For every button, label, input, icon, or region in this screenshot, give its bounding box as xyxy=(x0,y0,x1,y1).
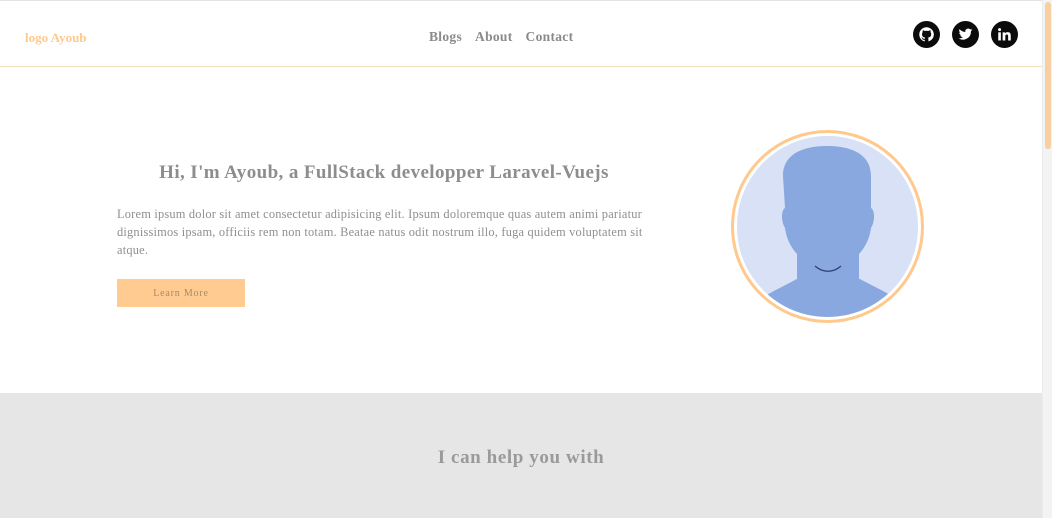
social-links xyxy=(913,21,1018,48)
site-header: logo Ayoub Blogs About Contact xyxy=(0,0,1042,67)
hero-title: Hi, I'm Ayoub, a FullStack developper La… xyxy=(159,162,609,183)
hero-section: Hi, I'm Ayoub, a FullStack developper La… xyxy=(0,67,1042,393)
logo[interactable]: logo Ayoub xyxy=(25,30,87,46)
page: logo Ayoub Blogs About Contact Hi, I'm A… xyxy=(0,0,1042,518)
nav-link-contact[interactable]: Contact xyxy=(526,29,574,45)
hero-description: Lorem ipsum dolor sit amet consectetur a… xyxy=(117,207,643,257)
services-section: I can help you with xyxy=(0,393,1042,518)
avatar xyxy=(737,136,918,317)
main-nav: Blogs About Contact xyxy=(429,29,573,45)
scrollbar-thumb[interactable] xyxy=(1045,2,1051,149)
person-silhouette-icon xyxy=(737,136,918,317)
twitter-icon[interactable] xyxy=(952,21,979,48)
learn-more-button[interactable]: Learn More xyxy=(117,279,245,307)
nav-link-blogs[interactable]: Blogs xyxy=(429,29,462,45)
linkedin-icon[interactable] xyxy=(991,21,1018,48)
services-title: I can help you with xyxy=(437,447,605,468)
github-icon[interactable] xyxy=(913,21,940,48)
avatar-frame xyxy=(731,130,924,323)
vertical-scrollbar[interactable] xyxy=(1042,0,1052,518)
nav-link-about[interactable]: About xyxy=(475,29,513,45)
